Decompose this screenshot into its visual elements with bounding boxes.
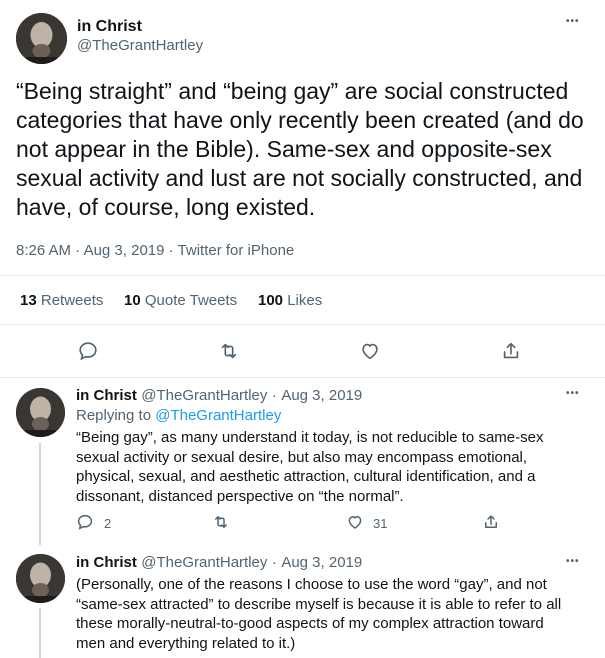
reply-date[interactable]: Aug 3, 2019 xyxy=(281,554,362,571)
tweet-source[interactable]: Twitter for iPhone xyxy=(178,242,295,259)
thread-line xyxy=(39,443,41,545)
separator: · xyxy=(75,242,81,259)
divider xyxy=(0,275,605,276)
tweet-time[interactable]: 8:26 AM xyxy=(16,242,71,259)
reply-icon xyxy=(77,514,93,530)
reply-button[interactable] xyxy=(77,340,101,364)
reply-date[interactable]: Aug 3, 2019 xyxy=(281,387,362,404)
share-icon xyxy=(485,515,497,528)
divider xyxy=(0,324,605,325)
more-icon[interactable]: ••• xyxy=(566,16,580,27)
author-name[interactable]: in Christ xyxy=(77,18,142,36)
replying-to-label: Replying to xyxy=(76,407,152,424)
retweets-count: 13 xyxy=(20,292,37,309)
retweet-icon xyxy=(221,343,237,359)
retweets-stat[interactable]: 13 Retweets xyxy=(20,292,103,309)
avatar[interactable] xyxy=(16,554,65,603)
author-handle[interactable]: @TheGrantHartley xyxy=(77,37,203,54)
reply-count: 2 xyxy=(104,516,112,531)
thread-line xyxy=(39,608,41,658)
reply-header: in Christ @TheGrantHartley · Aug 3, 2019 xyxy=(76,387,362,405)
quotes-count: 10 xyxy=(124,292,141,309)
tweet-text: “Being straight” and “being gay” are soc… xyxy=(16,78,584,220)
quotes-label: Quote Tweets xyxy=(144,292,238,309)
like-icon xyxy=(362,343,378,360)
retweet-icon xyxy=(215,516,227,528)
avatar-image xyxy=(16,554,65,603)
separator: · xyxy=(168,242,174,259)
likes-stat[interactable]: 100 Likes xyxy=(258,292,322,309)
reply-author-handle[interactable]: @TheGrantHartley xyxy=(141,387,267,404)
avatar[interactable] xyxy=(16,13,67,64)
quote-tweets-stat[interactable]: 10 Quote Tweets xyxy=(124,292,237,309)
reply-icon xyxy=(79,342,97,361)
like-button[interactable] xyxy=(346,513,370,537)
like-button[interactable] xyxy=(359,340,383,364)
retweet-button[interactable] xyxy=(212,513,236,537)
share-icon xyxy=(503,342,519,359)
tweet-date[interactable]: Aug 3, 2019 xyxy=(84,242,165,259)
like-icon xyxy=(348,516,362,529)
like-count: 31 xyxy=(373,516,388,531)
avatar[interactable] xyxy=(16,388,65,437)
reply-author-handle[interactable]: @TheGrantHartley xyxy=(141,554,267,571)
reply-author-name[interactable]: in Christ xyxy=(76,554,137,571)
more-icon[interactable]: ••• xyxy=(566,388,580,399)
reply-author-name[interactable]: in Christ xyxy=(76,387,137,404)
tweet-timestamp: 8:26 AM · Aug 3, 2019 · Twitter for iPho… xyxy=(16,242,294,259)
reply-text: “Being gay”, as many understand it today… xyxy=(76,429,544,505)
separator: · xyxy=(271,554,277,571)
likes-label: Likes xyxy=(287,292,323,309)
retweets-label: Retweets xyxy=(40,292,104,309)
retweet-button[interactable] xyxy=(218,340,242,364)
avatar-image xyxy=(16,13,67,64)
divider xyxy=(0,377,605,378)
more-icon[interactable]: ••• xyxy=(566,556,580,567)
reply-text: (Personally, one of the reasons I choose… xyxy=(76,576,562,652)
share-button[interactable] xyxy=(500,340,524,364)
share-button[interactable] xyxy=(482,513,506,537)
reply-button[interactable] xyxy=(76,513,100,537)
replying-to-handle[interactable]: @TheGrantHartley xyxy=(155,407,281,424)
avatar-image xyxy=(16,388,65,437)
reply-header: in Christ @TheGrantHartley · Aug 3, 2019 xyxy=(76,554,362,572)
replying-to: Replying to @TheGrantHartley xyxy=(76,407,281,424)
separator: · xyxy=(271,387,277,404)
likes-count: 100 xyxy=(258,292,284,309)
